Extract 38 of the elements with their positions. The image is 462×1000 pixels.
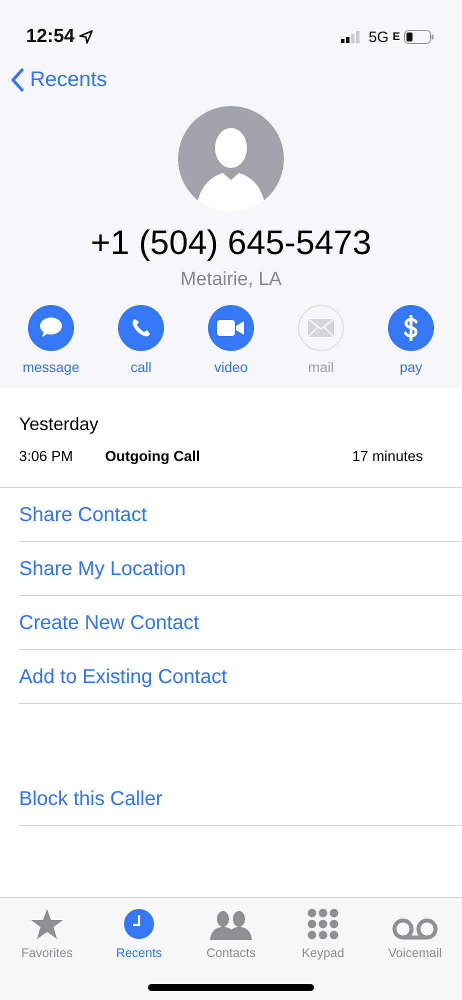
contact-option-link[interactable]: Create New Contact: [19, 596, 462, 650]
location-arrow-icon: [78, 30, 93, 44]
call-time: 3:06 PM: [19, 449, 74, 465]
video-camera-icon: [217, 319, 245, 337]
tab-bar-item[interactable]: Voicemail: [374, 904, 456, 960]
avatar-silhouette-icon: [178, 106, 284, 212]
network-suffix: E: [392, 31, 400, 43]
caller-location: Metairie, LA: [180, 269, 282, 291]
phone-icon: [130, 317, 152, 339]
chevron-left-icon: [10, 68, 24, 92]
contact-option-link[interactable]: Share My Location: [19, 542, 462, 596]
contact-option-link[interactable]: Share Contact: [19, 488, 462, 542]
star-icon: [30, 908, 64, 940]
voicemail-icon: [392, 918, 438, 940]
keypad-icon: [307, 908, 339, 940]
dollar-sign-icon: [402, 315, 420, 341]
network-label: 5G: [368, 28, 389, 46]
envelope-icon: [308, 319, 334, 337]
status-time: 12:54: [26, 26, 75, 48]
back-button[interactable]: Recents: [10, 68, 108, 92]
message-action-button[interactable]: message: [11, 305, 91, 375]
tab-bar-item[interactable]: Recents: [98, 904, 180, 960]
people-icon: [209, 910, 253, 940]
battery-icon: [404, 30, 434, 44]
history-date: Yesterday: [19, 414, 100, 435]
clock-icon: [123, 908, 155, 940]
call-duration: 17 minutes: [352, 449, 423, 465]
call-action-button[interactable]: call: [101, 305, 181, 375]
speech-bubble-icon: [38, 316, 64, 340]
block-caller-link[interactable]: Block this Caller: [19, 772, 462, 826]
video-action-button[interactable]: video: [191, 305, 271, 375]
call-type: Outgoing Call: [105, 449, 202, 465]
tab-bar-item[interactable]: Favorites: [6, 904, 88, 960]
tab-bar-item[interactable]: Contacts: [190, 904, 272, 960]
phone-number: +1 (504) 645-5473: [90, 224, 372, 263]
tab-bar-item[interactable]: Keypad: [282, 904, 364, 960]
pay-action-button[interactable]: pay: [371, 305, 451, 375]
contact-option-link[interactable]: Add to Existing Contact: [19, 650, 462, 704]
